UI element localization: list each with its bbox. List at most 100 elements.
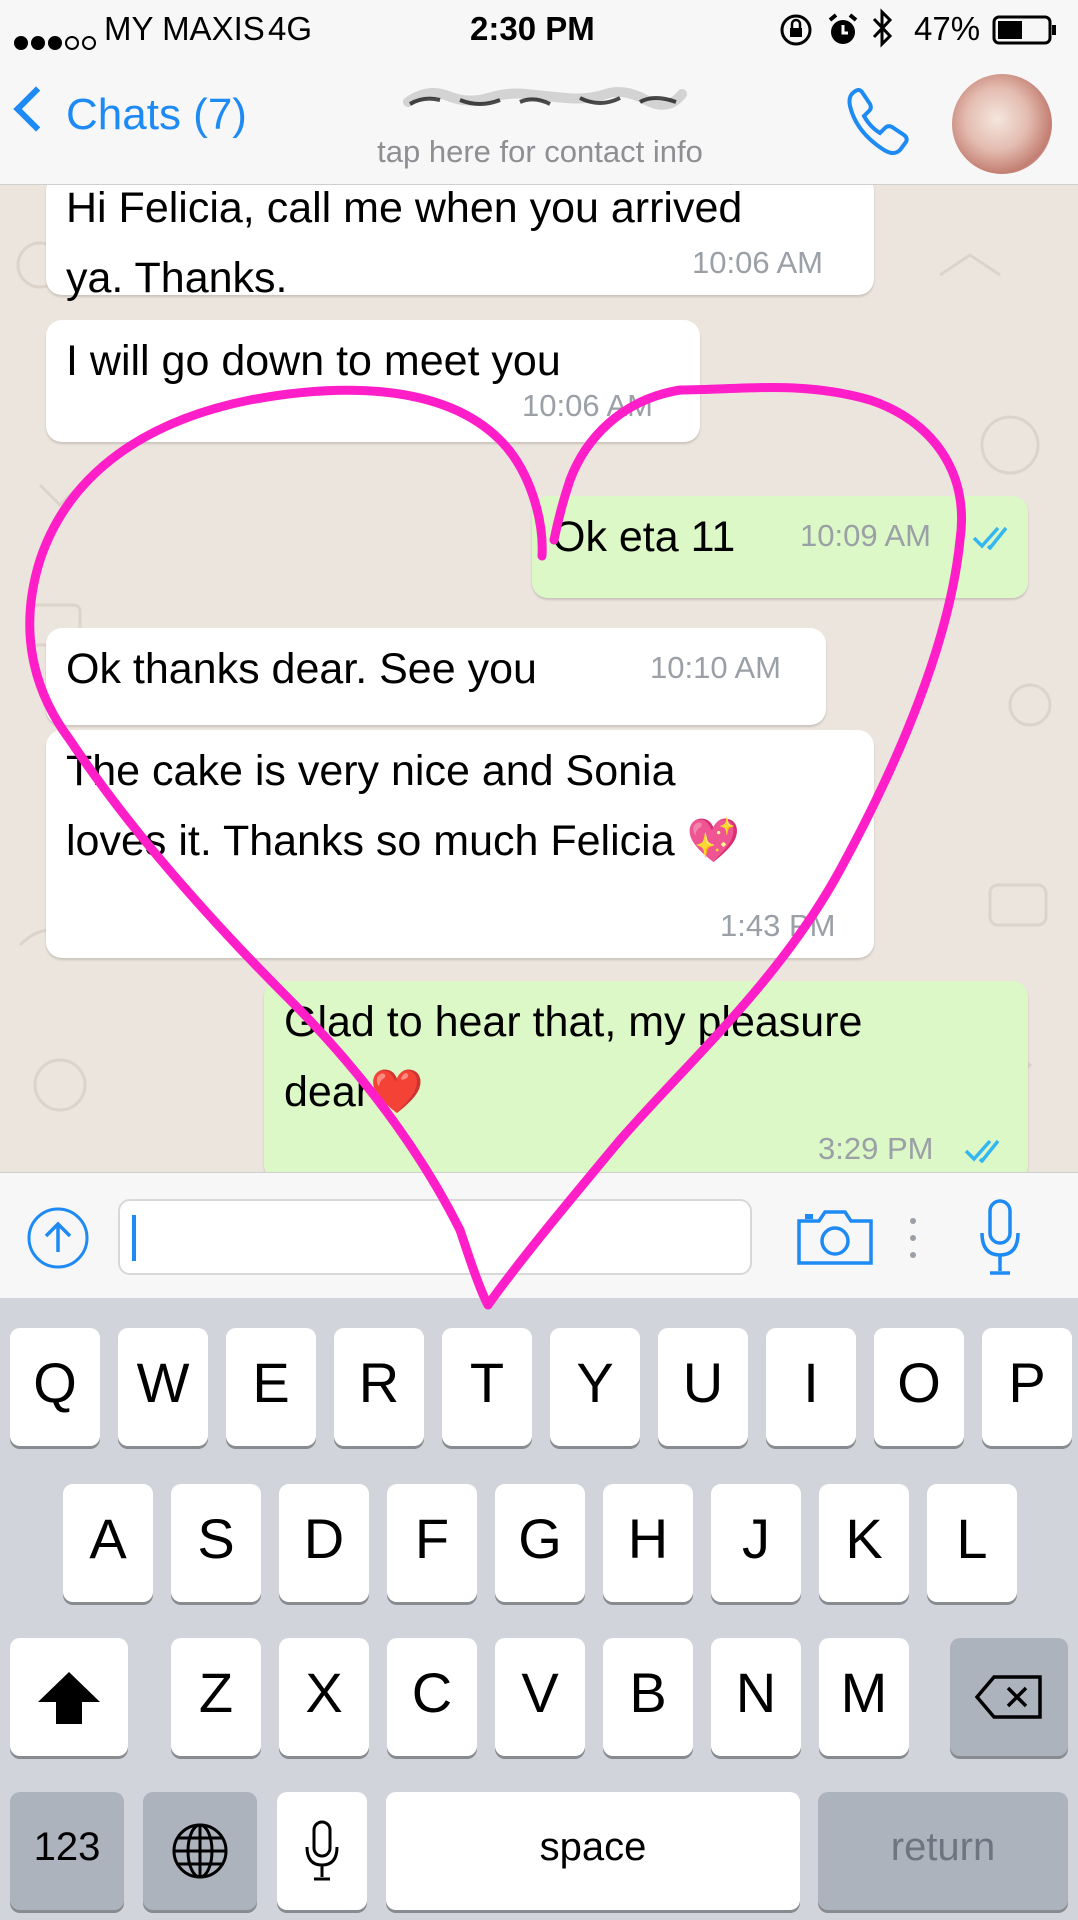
outgoing-message[interactable]: Ok eta 11 10:09 AM <box>532 496 1028 598</box>
key-r-label: R <box>358 1351 400 1414</box>
message-line: dear❤️ <box>284 1068 424 1116</box>
key-d[interactable]: D <box>279 1484 369 1602</box>
outgoing-message[interactable]: Glad to hear that, my pleasure dear❤️ 3:29… <box>264 981 1028 1172</box>
clock: 2:30 PM <box>470 10 595 47</box>
text-caret <box>132 1215 136 1261</box>
double-check-icon <box>972 526 1008 550</box>
incoming-message[interactable]: I will go down to meet you 10:06 AM <box>46 320 700 442</box>
alarm-icon <box>826 12 860 56</box>
message-text: Hi Felicia, call me when you arrived ya. … <box>66 185 742 313</box>
network-label: 4G <box>268 10 313 47</box>
message-timestamp: 10:06 AM <box>522 388 653 423</box>
key-t-label: T <box>469 1351 505 1414</box>
globe-key[interactable] <box>143 1792 257 1910</box>
microphone-icon[interactable] <box>978 1197 1022 1277</box>
key-p-label: P <box>1008 1351 1046 1414</box>
phone-icon[interactable] <box>838 82 918 162</box>
bluetooth-icon <box>870 8 894 56</box>
contact-name-redacted[interactable] <box>400 80 690 120</box>
key-x[interactable]: X <box>279 1638 369 1756</box>
message-text: Ok eta 11 <box>552 502 735 572</box>
battery-icon <box>992 14 1058 54</box>
message-line: Hi Felicia, call me when you arrived <box>66 185 743 232</box>
back-to-chats-button[interactable]: Chats (7) <box>13 86 247 140</box>
key-r[interactable]: R <box>334 1328 424 1446</box>
chat-history[interactable]: Hi Felicia, call me when you arrived ya. … <box>0 185 1078 1172</box>
key-p[interactable]: P <box>982 1328 1072 1446</box>
message-timestamp: 10:09 AM <box>800 518 931 553</box>
key-z-label: Z <box>198 1661 234 1724</box>
numbers-key-label: 123 <box>33 1825 101 1869</box>
key-n-label: N <box>735 1661 777 1724</box>
message-input[interactable] <box>118 1199 752 1275</box>
signal-strength-icon <box>14 20 99 58</box>
incoming-message[interactable]: Ok thanks dear. See you 10:10 AM <box>46 628 826 725</box>
upload-arrow-icon[interactable] <box>26 1206 90 1270</box>
key-g-label: G <box>518 1507 562 1570</box>
key-h[interactable]: H <box>603 1484 693 1602</box>
key-j-label: J <box>742 1507 770 1570</box>
key-e[interactable]: E <box>226 1328 316 1446</box>
back-label: Chats (7) <box>66 90 247 139</box>
key-a[interactable]: A <box>63 1484 153 1602</box>
status-bar: MY MAXIS 4G 2:30 PM 47% <box>0 0 1078 60</box>
camera-icon[interactable] <box>795 1209 875 1267</box>
key-v[interactable]: V <box>495 1638 585 1756</box>
key-m[interactable]: M <box>819 1638 909 1756</box>
key-m-label: M <box>840 1661 888 1724</box>
message-text: Ok thanks dear. See you <box>66 634 537 704</box>
more-options-icon[interactable] <box>909 1215 917 1261</box>
key-l[interactable]: L <box>927 1484 1017 1602</box>
message-timestamp: 10:10 AM <box>650 650 781 685</box>
return-key[interactable]: return <box>818 1792 1068 1910</box>
message-text: Glad to hear that, my pleasure dear❤️ <box>284 987 862 1127</box>
message-line: loves it. Thanks so much Felicia 💖 <box>66 817 741 865</box>
message-text: I will go down to meet you <box>66 326 561 396</box>
dictation-key[interactable] <box>277 1792 367 1910</box>
key-h-label: H <box>627 1507 669 1570</box>
space-key-label: space <box>539 1825 647 1869</box>
key-a-label: A <box>89 1507 127 1570</box>
double-check-icon <box>964 1139 1000 1163</box>
key-c[interactable]: C <box>387 1638 477 1756</box>
key-i[interactable]: I <box>766 1328 856 1446</box>
key-o[interactable]: O <box>874 1328 964 1446</box>
key-f-label: F <box>414 1507 450 1570</box>
key-q-label: Q <box>33 1351 77 1414</box>
key-u-label: U <box>682 1351 724 1414</box>
message-timestamp: 3:29 PM <box>818 1131 934 1166</box>
key-q[interactable]: Q <box>10 1328 100 1446</box>
message-timestamp: 10:06 AM <box>692 245 823 280</box>
key-k[interactable]: K <box>819 1484 909 1602</box>
key-f[interactable]: F <box>387 1484 477 1602</box>
backspace-key[interactable] <box>950 1638 1068 1756</box>
key-u[interactable]: U <box>658 1328 748 1446</box>
shift-icon <box>38 1672 100 1724</box>
contact-avatar[interactable] <box>952 74 1052 174</box>
incoming-message[interactable]: The cake is very nice and Sonia loves it.… <box>46 730 874 958</box>
key-t[interactable]: T <box>442 1328 532 1446</box>
numbers-key[interactable]: 123 <box>10 1792 124 1910</box>
shift-key[interactable] <box>10 1638 128 1756</box>
key-l-label: L <box>956 1507 988 1570</box>
key-y[interactable]: Y <box>550 1328 640 1446</box>
keyboard-mic-icon <box>305 1820 339 1881</box>
key-n[interactable]: N <box>711 1638 801 1756</box>
space-key[interactable]: space <box>386 1792 800 1910</box>
message-line: I will go down to meet you <box>66 337 561 385</box>
key-b-label: B <box>629 1661 667 1724</box>
incoming-message[interactable]: Hi Felicia, call me when you arrived ya. … <box>46 185 874 302</box>
message-line: Ok thanks dear. See you <box>66 645 537 693</box>
key-o-label: O <box>897 1351 941 1414</box>
key-j[interactable]: J <box>711 1484 801 1602</box>
key-z[interactable]: Z <box>171 1638 261 1756</box>
message-text: The cake is very nice and Sonia loves it.… <box>66 736 740 876</box>
key-s[interactable]: S <box>171 1484 261 1602</box>
backspace-icon <box>974 1675 1042 1719</box>
battery-percent: 47% <box>914 10 981 47</box>
contact-info-hint[interactable]: tap here for contact info <box>330 134 750 170</box>
key-g[interactable]: G <box>495 1484 585 1602</box>
key-b[interactable]: B <box>603 1638 693 1756</box>
message-line: Ok eta 11 <box>552 513 736 561</box>
key-w[interactable]: W <box>118 1328 208 1446</box>
